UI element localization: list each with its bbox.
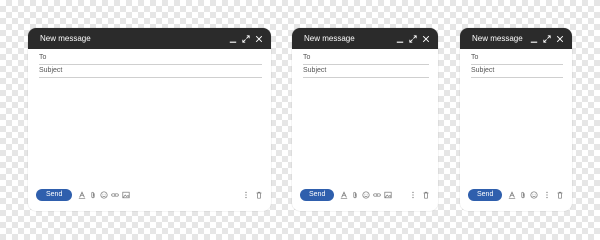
more-options-icon[interactable]: [242, 191, 250, 199]
font-format-icon[interactable]: [508, 191, 516, 199]
formatting-toolbar: [508, 191, 543, 199]
compose-title: New message: [472, 34, 523, 43]
subject-field[interactable]: Subject: [303, 65, 429, 78]
compose-title-bar: New message: [292, 28, 438, 49]
attachment-icon[interactable]: [519, 191, 527, 199]
compose-footer: Send: [468, 189, 564, 201]
subject-field[interactable]: Subject: [39, 65, 262, 78]
expand-icon[interactable]: [242, 34, 250, 43]
link-icon[interactable]: [111, 191, 120, 199]
emoji-icon[interactable]: [362, 191, 370, 199]
minimize-icon[interactable]: [229, 35, 237, 43]
attachment-icon[interactable]: [351, 191, 359, 199]
send-button[interactable]: Send: [36, 189, 73, 201]
trash-icon[interactable]: [556, 191, 564, 199]
compose-footer: Send: [36, 189, 263, 201]
send-button[interactable]: Send: [300, 189, 335, 201]
image-icon[interactable]: [122, 191, 130, 199]
emoji-icon[interactable]: [100, 191, 108, 199]
trash-icon[interactable]: [422, 191, 430, 199]
expand-icon[interactable]: [409, 34, 417, 43]
to-field[interactable]: To: [303, 52, 429, 65]
compose-window-small: New message To Subject Send: [460, 28, 572, 211]
attachment-icon[interactable]: [89, 191, 97, 199]
expand-icon[interactable]: [543, 34, 551, 43]
to-field[interactable]: To: [471, 52, 563, 65]
compose-window-large: New message To Subject Send: [28, 28, 271, 211]
more-options-icon[interactable]: [409, 191, 417, 199]
emoji-icon[interactable]: [530, 191, 538, 199]
link-icon[interactable]: [373, 191, 382, 199]
formatting-toolbar: [78, 191, 242, 199]
to-field[interactable]: To: [39, 52, 262, 65]
subject-field[interactable]: Subject: [471, 65, 563, 78]
close-icon[interactable]: [255, 35, 263, 43]
compose-window-medium: New message To Subject Send: [292, 28, 438, 211]
minimize-icon[interactable]: [530, 35, 538, 43]
send-button[interactable]: Send: [468, 189, 503, 201]
compose-footer: Send: [300, 189, 430, 201]
close-icon[interactable]: [422, 35, 430, 43]
font-format-icon[interactable]: [340, 191, 348, 199]
compose-title-bar: New message: [460, 28, 572, 49]
compose-title: New message: [304, 34, 355, 43]
compose-title: New message: [40, 34, 91, 43]
formatting-toolbar: [340, 191, 409, 199]
close-icon[interactable]: [556, 35, 564, 43]
more-options-icon[interactable]: [543, 191, 551, 199]
trash-icon[interactable]: [255, 191, 263, 199]
minimize-icon[interactable]: [396, 35, 404, 43]
font-format-icon[interactable]: [78, 191, 86, 199]
image-icon[interactable]: [384, 191, 392, 199]
compose-title-bar: New message: [28, 28, 271, 49]
